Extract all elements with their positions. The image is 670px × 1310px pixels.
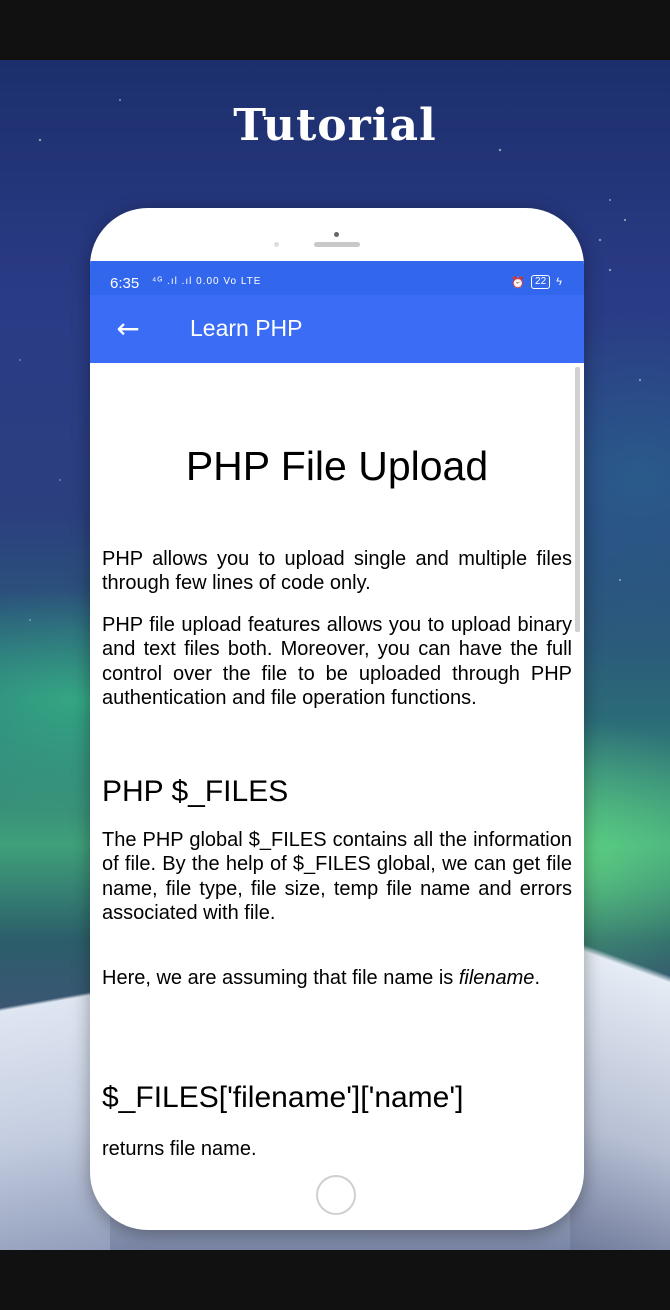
front-camera — [334, 232, 339, 237]
alarm-icon: ⏰ — [511, 276, 526, 289]
earpiece-speaker — [314, 242, 360, 247]
back-arrow-icon[interactable]: ← — [112, 311, 144, 347]
app-title: Learn PHP — [190, 315, 303, 341]
phone-frame: 6:35 ⁴ᴳ .ıl .ıl 0.00 Vo LTE ⏰ 22 ϟ ← Lea… — [90, 208, 584, 1230]
proximity-sensor — [274, 242, 279, 247]
intro-paragraph-1: PHP allows you to upload single and mult… — [102, 548, 572, 595]
page-title: PHP File Upload — [185, 443, 489, 489]
banner-title: Tutorial — [233, 100, 437, 151]
snowy-mountain-right — [570, 940, 670, 1250]
scrollbar[interactable] — [575, 367, 580, 632]
section-paragraph: The PHP global $_FILES contains all the … — [102, 829, 572, 925]
subsection-paragraph: returns file name. — [102, 1138, 257, 1160]
intro-paragraph-2: PHP file upload features allows you to u… — [102, 614, 572, 710]
phone-screen: 6:35 ⁴ᴳ .ıl .ıl 0.00 Vo LTE ⏰ 22 ϟ ← Lea… — [90, 261, 584, 1166]
assumption-text: Here, we are assuming that file name is — [102, 967, 459, 989]
filename-italic: filename — [458, 967, 535, 989]
article-content[interactable]: PHP File Upload PHP allows you to upload… — [90, 363, 584, 1166]
status-time: 6:35 — [110, 275, 140, 292]
status-bar: 6:35 ⁴ᴳ .ıl .ıl 0.00 Vo LTE ⏰ 22 ϟ — [90, 261, 584, 295]
bottom-black-bar — [0, 1250, 670, 1310]
assumption-suffix: . — [534, 967, 540, 989]
assumption-paragraph: Here, we are assuming that file name is … — [102, 966, 572, 990]
battery-icon: 22 — [531, 275, 551, 289]
network-signal-icon: ⁴ᴳ .ıl .ıl 0.00 Vo LTE — [152, 276, 262, 287]
subsection-heading: $_FILES['filename']['name'] — [102, 1081, 464, 1114]
section-heading: PHP $_FILES — [102, 775, 289, 808]
home-button[interactable] — [316, 1175, 356, 1215]
charging-icon: ϟ — [556, 276, 562, 288]
app-bar: ← Learn PHP — [90, 295, 584, 363]
top-black-bar — [0, 0, 670, 60]
status-right: ⏰ 22 ϟ — [511, 275, 562, 289]
